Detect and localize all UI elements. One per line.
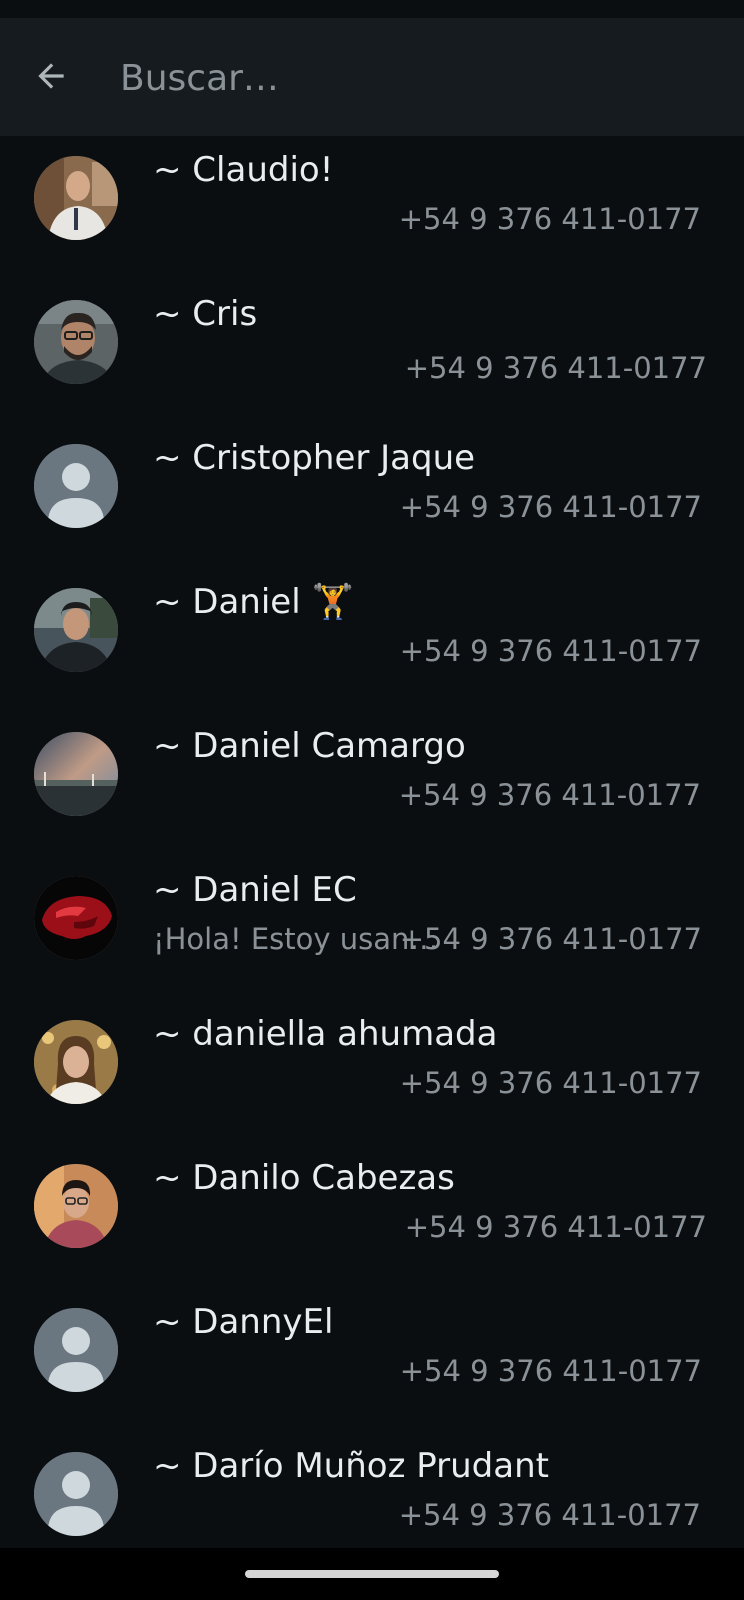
contact-phone: +54 9 376 411-0177 [399,634,702,668]
contact-name: ~ Cristopher Jaque [153,438,476,478]
avatar [34,444,118,528]
contact-row[interactable]: ~ Cris +54 9 376 411-0177 [0,280,744,424]
contact-phone: +54 9 376 411-0177 [404,351,707,385]
person-placeholder-icon [34,1452,118,1536]
navigation-bar [0,1548,744,1600]
avatar [34,1164,118,1248]
contact-row[interactable]: ~ Daniel Camargo +54 9 376 411-0177 [0,712,744,856]
avatar [34,1020,118,1104]
contact-phone: +54 9 376 411-0177 [399,1066,702,1100]
contact-row[interactable]: ~ Claudio! +54 9 376 411-0177 [0,136,744,280]
contact-name: ~ Daniel 🏋 [153,582,354,622]
home-indicator[interactable] [245,1570,499,1578]
contact-name: ~ Cris [153,294,258,334]
status-bar [0,0,744,18]
avatar [34,876,118,960]
contact-name: ~ Daniel Camargo [153,726,466,766]
contact-row[interactable]: ~ Daniel 🏋 +54 9 376 411-0177 [0,568,744,712]
contact-row[interactable]: ~ Darío Muñoz Prudant +54 9 376 411-0177 [0,1432,744,1548]
person-placeholder-icon [34,1308,118,1392]
contact-name: ~ DannyEl [153,1302,334,1342]
avatar [34,300,118,384]
avatar [34,156,118,240]
person-placeholder-icon [34,444,118,528]
back-button[interactable] [22,52,80,104]
contact-row[interactable]: ~ Daniel EC ¡Hola! Estoy usando WhatsApp… [0,856,744,1000]
contact-status: ¡Hola! Estoy usando WhatsApp. [153,922,441,956]
contact-row[interactable]: ~ daniella ahumada +54 9 376 411-0177 [0,1000,744,1144]
contact-phone: +54 9 376 411-0177 [398,1498,701,1532]
arrow-left-icon [32,57,70,99]
avatar [34,732,118,816]
contact-phone: +54 9 376 411-0177 [398,778,701,812]
contact-name: ~ Claudio! [153,150,334,190]
avatar [34,1452,118,1536]
avatar [34,588,118,672]
contact-row[interactable]: ~ Cristopher Jaque +54 9 376 411-0177 [0,424,744,568]
contact-phone: +54 9 376 411-0177 [398,202,701,236]
avatar [34,1308,118,1392]
contact-list: ~ Claudio! +54 9 376 411-0177 ~ Cris +54… [0,136,744,1548]
contact-phone: +54 9 376 411-0177 [399,1354,702,1388]
contact-phone: +54 9 376 411-0177 [404,1210,707,1244]
search-input[interactable] [120,48,680,108]
contact-phone: +54 9 376 411-0177 [399,922,702,956]
contact-phone: +54 9 376 411-0177 [399,490,702,524]
contact-name: ~ Danilo Cabezas [153,1158,455,1198]
contact-row[interactable]: ~ DannyEl +54 9 376 411-0177 [0,1288,744,1432]
contact-name: ~ Daniel EC [153,870,357,910]
search-header [0,18,744,136]
contact-row[interactable]: ~ Danilo Cabezas +54 9 376 411-0177 [0,1144,744,1288]
contact-name: ~ Darío Muñoz Prudant [153,1446,549,1486]
contact-name: ~ daniella ahumada [153,1014,498,1054]
